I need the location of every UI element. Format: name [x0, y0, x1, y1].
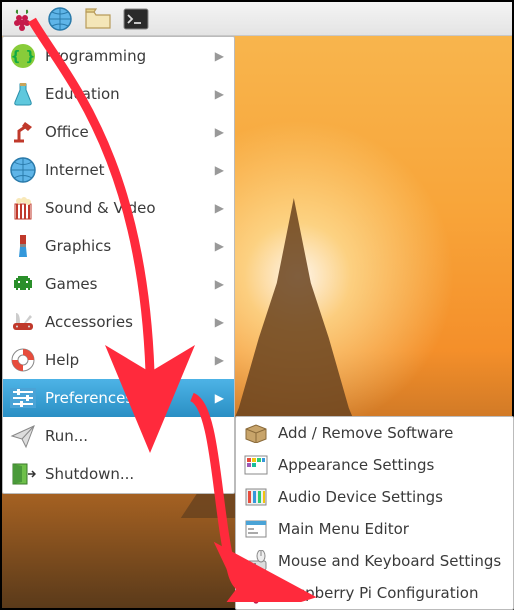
chevron-right-icon: ▶ [215, 391, 228, 405]
menu-item-sound-video[interactable]: Sound & Video ▶ [3, 189, 234, 227]
editor-icon [242, 515, 270, 543]
menu-item-programming[interactable]: { } Programming ▶ [3, 37, 234, 75]
flask-icon [9, 80, 37, 108]
submenu-item-label: Mouse and Keyboard Settings [278, 552, 507, 570]
taskbar [2, 2, 512, 36]
menu-item-label: Internet [45, 161, 207, 179]
chevron-right-icon: ▶ [215, 163, 228, 177]
menu-item-preferences[interactable]: Preferences ▶ [3, 379, 234, 417]
popcorn-icon [9, 194, 37, 222]
submenu-item-audio-device-settings[interactable]: Audio Device Settings [236, 481, 513, 513]
raspberry-icon [242, 579, 270, 607]
chevron-right-icon: ▶ [215, 201, 228, 215]
sliders-icon [9, 384, 37, 412]
start-menu: { } Programming ▶ Education ▶ Office ▶ I… [2, 36, 235, 494]
submenu-item-mouse-keyboard-settings[interactable]: Mouse and Keyboard Settings [236, 545, 513, 577]
chevron-right-icon: ▶ [215, 277, 228, 291]
preferences-submenu: Add / Remove Software Appearance Setting… [235, 416, 514, 610]
palette-icon [242, 451, 270, 479]
brush-icon [9, 232, 37, 260]
menu-item-graphics[interactable]: Graphics ▶ [3, 227, 234, 265]
chevron-right-icon: ▶ [215, 315, 228, 329]
menu-item-help[interactable]: Help ▶ [3, 341, 234, 379]
package-icon [242, 419, 270, 447]
folder-icon [85, 8, 111, 30]
exit-icon [9, 460, 37, 488]
menu-item-internet[interactable]: Internet ▶ [3, 151, 234, 189]
chevron-right-icon: ▶ [215, 239, 228, 253]
menu-item-label: Sound & Video [45, 199, 207, 217]
menu-item-label: Shutdown... [45, 465, 228, 483]
web-browser-launcher[interactable] [42, 4, 78, 34]
raspberry-icon [10, 7, 34, 31]
lamp-icon [9, 118, 37, 146]
braces-icon: { } [9, 42, 37, 70]
knife-icon [9, 308, 37, 336]
globe-icon [9, 156, 37, 184]
submenu-item-label: Raspberry Pi Configuration [278, 584, 507, 602]
menu-item-shutdown[interactable]: Shutdown... [3, 455, 234, 493]
menu-item-label: Accessories [45, 313, 207, 331]
globe-icon [47, 6, 73, 32]
menu-item-label: Preferences [45, 389, 207, 407]
menu-item-label: Office [45, 123, 207, 141]
menu-item-label: Run... [45, 427, 228, 445]
menu-item-run[interactable]: Run... [3, 417, 234, 455]
submenu-item-label: Add / Remove Software [278, 424, 507, 442]
submenu-item-label: Main Menu Editor [278, 520, 507, 538]
submenu-item-appearance-settings[interactable]: Appearance Settings [236, 449, 513, 481]
mouse-icon [242, 547, 270, 575]
submenu-item-add-remove-software[interactable]: Add / Remove Software [236, 417, 513, 449]
chevron-right-icon: ▶ [215, 125, 228, 139]
submenu-item-raspberry-pi-configuration[interactable]: Raspberry Pi Configuration [236, 577, 513, 609]
menu-item-label: Education [45, 85, 207, 103]
menu-item-education[interactable]: Education ▶ [3, 75, 234, 113]
file-manager-launcher[interactable] [80, 4, 116, 34]
menu-item-label: Help [45, 351, 207, 369]
chevron-right-icon: ▶ [215, 49, 228, 63]
submenu-item-main-menu-editor[interactable]: Main Menu Editor [236, 513, 513, 545]
menu-item-games[interactable]: Games ▶ [3, 265, 234, 303]
audio-icon [242, 483, 270, 511]
submenu-item-label: Appearance Settings [278, 456, 507, 474]
chevron-right-icon: ▶ [215, 87, 228, 101]
chevron-right-icon: ▶ [215, 353, 228, 367]
svg-text:{ }: { } [11, 49, 36, 65]
lifebuoy-icon [9, 346, 37, 374]
menu-item-label: Games [45, 275, 207, 293]
terminal-icon [123, 8, 149, 30]
menu-item-label: Graphics [45, 237, 207, 255]
submenu-item-label: Audio Device Settings [278, 488, 507, 506]
invader-icon [9, 270, 37, 298]
menu-item-accessories[interactable]: Accessories ▶ [3, 303, 234, 341]
menu-item-office[interactable]: Office ▶ [3, 113, 234, 151]
paperplane-icon [9, 422, 37, 450]
start-menu-button[interactable] [4, 4, 40, 34]
menu-item-label: Programming [45, 47, 207, 65]
terminal-launcher[interactable] [118, 4, 154, 34]
